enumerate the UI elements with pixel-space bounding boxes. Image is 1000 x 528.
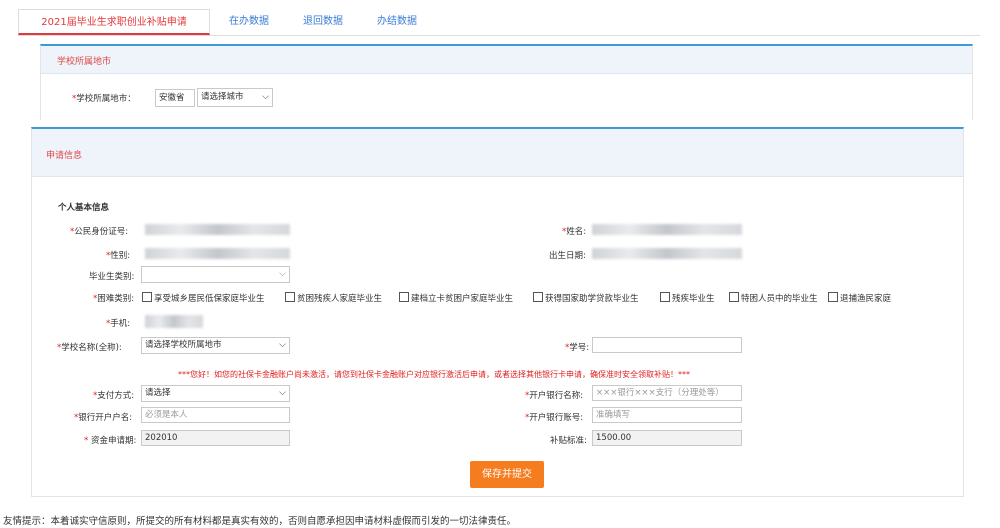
hardship-option-disabled-family[interactable]: 贫困残疾人家庭毕业生 [284,292,382,304]
id-number-value-blurred [145,224,290,235]
tab-subsidy-application[interactable]: 2021届毕业生求职创业补贴申请 [18,9,210,35]
birth-date-label: 出生日期: [549,251,586,261]
subsidy-standard-label: 补贴标准: [550,436,587,446]
checkbox-icon [660,292,670,302]
school-city-panel-header: 学校所属地市 [41,46,972,74]
chevron-down-icon: ⌵ [279,388,286,398]
hardship-option-low-income[interactable]: 享受城乡居民低保家庭毕业生 [141,292,265,304]
tab-completed[interactable]: 办结数据 [360,9,434,35]
gender-value-blurred [145,248,290,259]
application-info-panel-title: 申请信息 [46,151,83,161]
school-name-label: *学校名称(全称): [57,343,122,353]
chevron-down-icon: ⌵ [279,269,286,279]
tab-in-progress[interactable]: 在办数据 [212,9,286,35]
school-city-panel-title: 学校所属地市 [57,57,112,67]
graduate-type-select[interactable]: ⌵ [141,266,290,283]
phone-label: *手机: [106,319,131,329]
hardship-option-fisherman[interactable]: 退捕渔民家庭 [827,292,891,304]
application-info-panel-header: 申请信息 [32,129,963,177]
name-label: *姓名: [562,227,587,237]
chevron-down-icon: ⌵ [279,340,286,350]
hardship-option-disabled-graduate[interactable]: 残疾毕业生 [659,292,715,304]
id-number-label: *公民身份证号: [70,227,129,237]
city-select[interactable]: 请选择城市 ⌵ [197,88,273,107]
personal-info-heading: 个人基本信息 [58,203,110,213]
checkbox-icon [285,292,295,302]
bank-name-input[interactable]: ×××银行×××支行（分理处等） [592,385,742,401]
footer-disclaimer: 友情提示：本着诚实守信原则，所提交的所有材料都是真实有效的，否则自愿承担因申请材… [3,516,517,527]
student-number-label: *学号: [565,343,590,353]
gender-label: *性别: [106,251,131,261]
save-submit-button[interactable]: 保存并提交 [470,461,544,488]
graduate-type-label: 毕业生类别: [89,272,135,282]
fund-period-label: * 资金申请期: [84,436,137,446]
phone-value-blurred [145,315,203,328]
birth-date-value-blurred [592,248,742,259]
checkbox-icon [729,292,739,302]
bank-name-label: *开户银行名称: [525,391,584,401]
tab-bar: 2021届毕业生求职创业补贴申请 在办数据 退回数据 办结数据 [18,9,980,36]
subsidy-standard-field: 1500.00 [592,430,742,446]
fund-period-field: 202010 [141,430,290,446]
checkbox-icon [399,292,409,302]
account-number-label: *开户银行账号: [525,413,584,423]
payment-method-label: *支付方式: [93,391,135,401]
province-field: 安徽省 [155,89,195,107]
account-number-input[interactable]: 准确填写 [592,407,742,423]
hardship-option-registered-poor[interactable]: 建档立卡贫困户家庭毕业生 [398,292,513,304]
hardship-option-student-loan[interactable]: 获得国家助学贷款毕业生 [532,292,639,304]
name-value-blurred [592,224,742,235]
checkbox-icon [828,292,838,302]
payment-method-select[interactable]: 请选择 ⌵ [141,385,290,402]
hardship-type-label: *困难类别: [93,294,135,304]
hardship-option-extreme-poverty[interactable]: 特困人员中的毕业生 [728,292,818,304]
checkbox-icon [142,292,152,302]
school-city-panel: 学校所属地市 [40,44,973,120]
tab-returned[interactable]: 退回数据 [286,9,360,35]
account-holder-input[interactable]: 必须是本人 [141,407,290,423]
checkbox-icon [533,292,543,302]
student-number-input[interactable] [592,337,742,353]
chevron-down-icon: ⌵ [262,92,269,102]
bank-activation-notice: ***您好！如您的社保卡金融账户尚未激活，请您到社保卡金融账户对应银行激活后申请… [178,370,690,379]
school-name-select[interactable]: 请选择学校所属地市 ⌵ [141,337,290,354]
account-holder-label: *银行开户户名: [74,413,133,423]
school-city-label: *学校所属地市： [72,94,136,104]
